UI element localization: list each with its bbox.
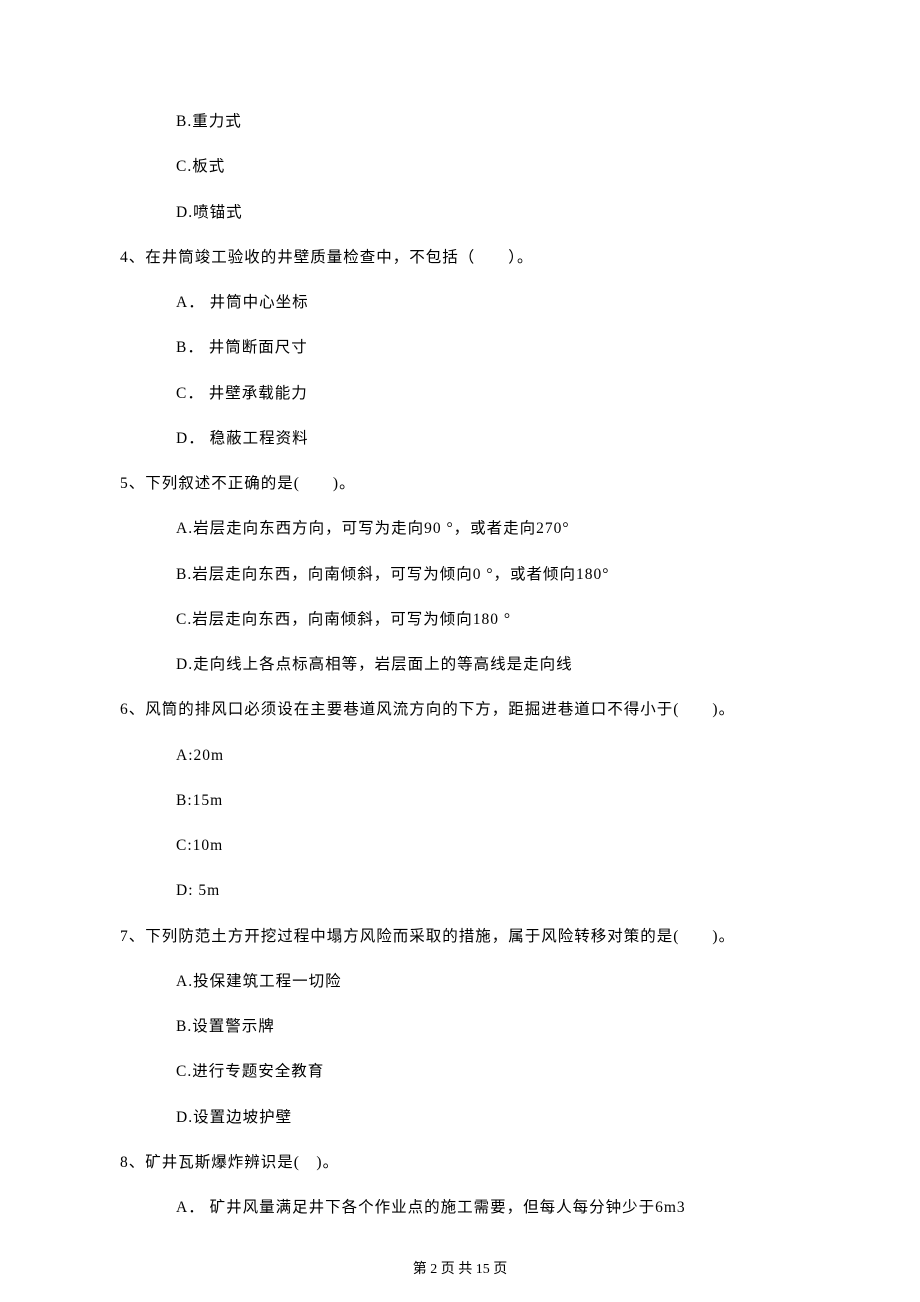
option-text: D.喷锚式 (120, 201, 800, 224)
option-text: C.板式 (120, 155, 800, 178)
option-text: D: 5m (120, 879, 800, 902)
option-text: B． 井筒断面尺寸 (120, 336, 800, 359)
option-text: B.岩层走向东西，向南倾斜，可写为倾向0 °，或者倾向180° (120, 563, 800, 586)
option-text: A． 井筒中心坐标 (120, 291, 800, 314)
document-page: B.重力式 C.板式 D.喷锚式 4、在井筒竣工验收的井壁质量检查中，不包括（ ）。 A… (0, 0, 920, 1302)
question-text: 4、在井筒竣工验收的井壁质量检查中，不包括（ ）。 (120, 246, 800, 269)
option-text: C:10m (120, 834, 800, 857)
option-text: B.设置警示牌 (120, 1015, 800, 1038)
option-text: C.进行专题安全教育 (120, 1060, 800, 1083)
option-text: D.走向线上各点标高相等，岩层面上的等高线是走向线 (120, 653, 800, 676)
option-text: B.重力式 (120, 110, 800, 133)
option-text: C． 井壁承载能力 (120, 382, 800, 405)
question-text: 7、下列防范土方开挖过程中塌方风险而采取的措施，属于风险转移对策的是( )。 (120, 925, 800, 948)
option-text: A.投保建筑工程一切险 (120, 970, 800, 993)
option-text: B:15m (120, 789, 800, 812)
option-text: C.岩层走向东西，向南倾斜，可写为倾向180 ° (120, 608, 800, 631)
option-text: A:20m (120, 744, 800, 767)
question-text: 8、矿井瓦斯爆炸辨识是( )。 (120, 1151, 800, 1174)
page-footer: 第 2 页 共 15 页 (0, 1258, 920, 1278)
question-text: 6、风筒的排风口必须设在主要巷道风流方向的下方，距掘进巷道口不得小于( )。 (120, 698, 800, 721)
question-text: 5、下列叙述不正确的是( )。 (120, 472, 800, 495)
content-area: B.重力式 C.板式 D.喷锚式 4、在井筒竣工验收的井壁质量检查中，不包括（ ）。 A… (120, 110, 800, 1219)
option-text: A． 矿井风量满足井下各个作业点的施工需要，但每人每分钟少于6m3 (120, 1196, 800, 1219)
option-text: D． 稳蔽工程资料 (120, 427, 800, 450)
option-text: D.设置边坡护壁 (120, 1106, 800, 1129)
option-text: A.岩层走向东西方向，可写为走向90 °，或者走向270° (120, 517, 800, 540)
